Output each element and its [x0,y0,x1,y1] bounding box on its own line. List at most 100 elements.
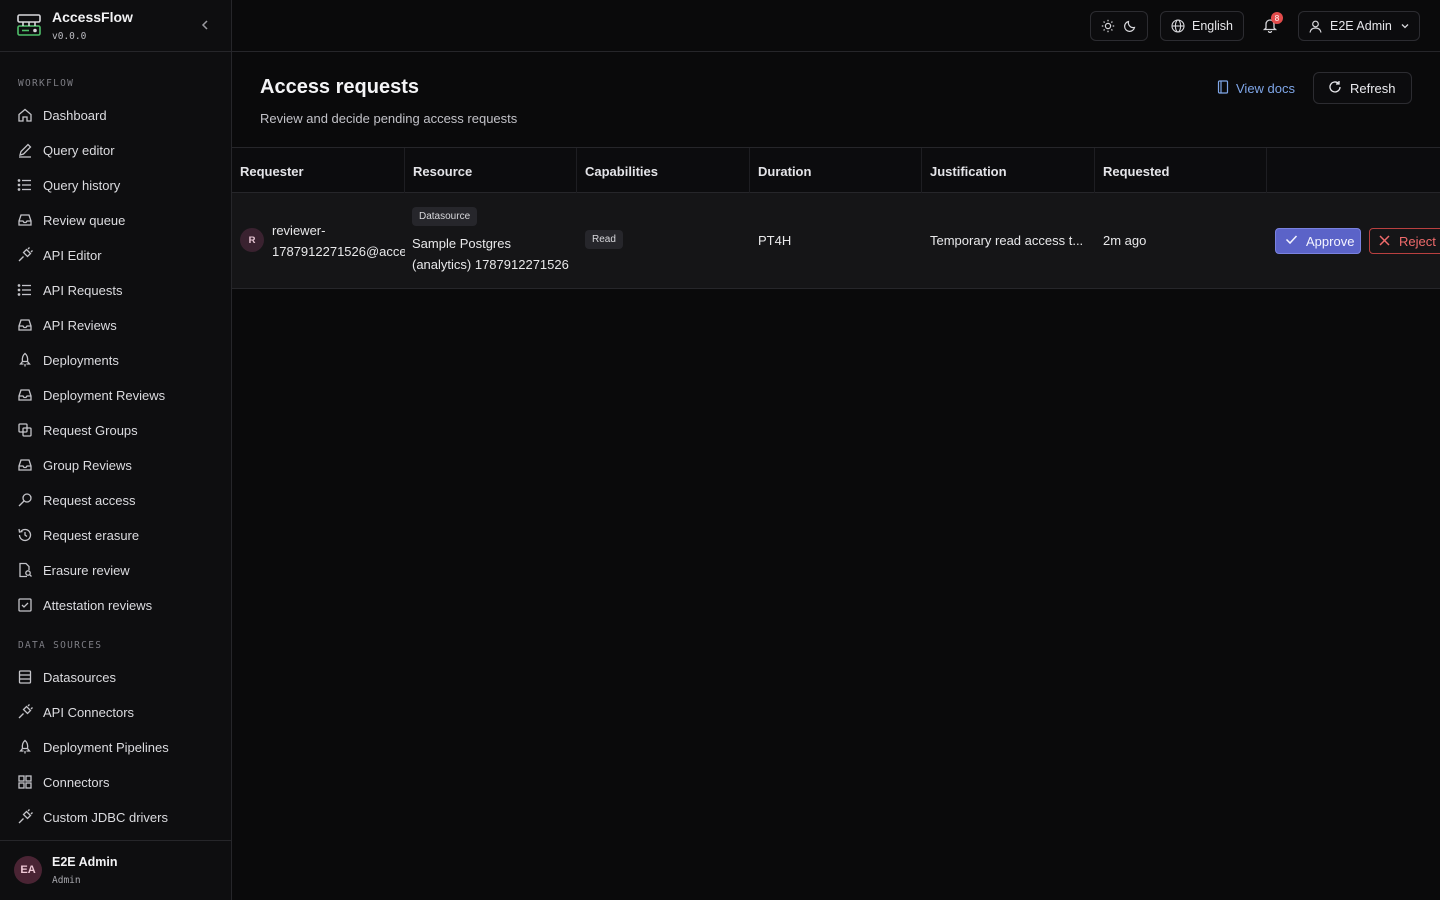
page-title: Access requests [260,76,419,98]
collapse-sidebar-icon[interactable] [196,16,214,34]
column-header-requested: Requested [1095,148,1267,194]
sidebar-item-label: Deployments [43,352,119,368]
user-icon [1309,20,1322,33]
sidebar-item-label: Deployment Reviews [43,387,166,403]
inbox-icon [17,212,33,228]
user-role: Admin [52,875,81,886]
chevron-down-icon [1400,21,1410,31]
page-subtitle: Review and decide pending access request… [260,111,518,126]
sidebar-item-request-groups[interactable]: Request Groups [10,414,222,446]
section-label-workflow: WORKFLOW [18,78,75,89]
column-header-capabilities: Capabilities [577,148,750,194]
history-icon [17,527,33,543]
language-selector[interactable]: English [1160,11,1244,41]
sidebar-item-dashboard[interactable]: Dashboard [10,99,222,131]
inbox-icon [17,457,33,473]
sidebar-item-label: Deployment Pipelines [43,739,169,755]
sidebar-item-label: Custom JDBC drivers [43,809,168,825]
rocket-icon [17,739,33,755]
sidebar-item-api-requests[interactable]: API Requests [10,274,222,306]
sidebar-item-attestation-reviews[interactable]: Attestation reviews [10,589,222,621]
column-header-duration: Duration [750,148,922,194]
refresh-label: Refresh [1350,80,1396,96]
sidebar-item-deployment-reviews[interactable]: Deployment Reviews [10,379,222,411]
sidebar-item-api-reviews[interactable]: API Reviews [10,309,222,341]
plug-icon [17,247,33,263]
section-label-data-sources: DATA SOURCES [18,640,103,651]
list-icon [17,282,33,298]
sidebar-item-api-editor[interactable]: API Editor [10,239,222,271]
file-search-icon [17,562,33,578]
inbox-icon [17,387,33,403]
sidebar-item-query-history[interactable]: Query history [10,169,222,201]
refresh-icon [1328,80,1350,97]
sidebar-item-datasources[interactable]: Datasources [10,661,222,693]
approve-button[interactable]: Approve [1275,228,1361,254]
sidebar-item-deployment-pipelines[interactable]: Deployment Pipelines [10,731,222,763]
sidebar: AccessFlow v0.0.0 WORKFLOW Dashboard Que… [0,0,232,900]
sidebar-item-erasure-review[interactable]: Erasure review [10,554,222,586]
sidebar-item-label: API Connectors [43,704,135,720]
list-icon [17,177,33,193]
sidebar-item-request-access[interactable]: Request access [10,484,222,516]
user-menu-label: E2E Admin [1330,19,1392,33]
refresh-button[interactable]: Refresh [1313,72,1412,104]
check-icon [1285,233,1306,249]
sidebar-item-group-reviews[interactable]: Group Reviews [10,449,222,481]
sidebar-item-deployments[interactable]: Deployments [10,344,222,376]
grid-icon [17,774,33,790]
sidebar-item-connectors[interactable]: Connectors [10,766,222,798]
theme-toggle[interactable] [1090,11,1148,41]
home-icon [17,107,33,123]
resource-type-badge: Datasource [412,207,478,226]
view-docs-link[interactable]: View docs [1217,80,1295,97]
pencil-icon [17,142,33,158]
sun-icon[interactable] [1101,19,1115,33]
access-requests-table: Requester Resource Capabilities Duration… [232,147,1440,289]
reject-label: Reject [1399,233,1436,249]
user-name: E2E Admin [52,855,118,869]
approve-label: Approve [1306,233,1355,249]
book-icon [1217,80,1236,97]
column-header-requester: Requester [232,148,405,194]
database-icon [17,669,33,685]
view-docs-label: View docs [1236,81,1296,96]
plug-icon [17,809,33,825]
sidebar-item-label: Group Reviews [43,457,132,473]
close-icon [1379,234,1399,249]
topbar: English 8 E2E Admin [232,0,1440,52]
app-name: AccessFlow [52,9,133,25]
user-footer[interactable]: EA E2E Admin Admin [0,840,231,900]
plug-icon [17,704,33,720]
user-menu[interactable]: E2E Admin [1298,11,1420,41]
sidebar-item-custom-jdbc-drivers[interactable]: Custom JDBC drivers [10,801,222,833]
justification-text: Temporary read access t... [930,233,1084,248]
sidebar-item-api-connectors[interactable]: API Connectors [10,696,222,728]
resource-name-line1: Sample Postgres [412,236,511,251]
sidebar-item-label: Erasure review [43,562,130,578]
app-version: v0.0.0 [52,31,87,42]
sidebar-item-label: Review queue [43,212,126,228]
language-label: English [1192,19,1233,33]
sidebar-item-query-editor[interactable]: Query editor [10,134,222,166]
sidebar-item-request-erasure[interactable]: Request erasure [10,519,222,551]
sidebar-item-label: Dashboard [43,107,107,123]
moon-icon[interactable] [1123,19,1137,33]
server-logo-icon [17,12,41,38]
table-header: Requester Resource Capabilities Duration… [232,147,1440,194]
brand-header: AccessFlow v0.0.0 [0,0,231,52]
sidebar-item-label: API Editor [43,247,102,263]
requester-email-line2: 1787912271526@acces [272,244,405,259]
rocket-icon [17,352,33,368]
inbox-icon [17,317,33,333]
globe-icon [1171,19,1185,33]
reject-button[interactable]: Reject [1369,228,1440,254]
resource-name-line2: (analytics) 1787912271526 [412,257,569,272]
sidebar-item-label: API Requests [43,282,123,298]
column-header-actions [1267,148,1440,194]
sidebar-item-label: Query editor [43,142,115,158]
resource-name: Sample Postgres (analytics) 178791227152… [412,233,577,275]
sidebar-item-review-queue[interactable]: Review queue [10,204,222,236]
column-header-resource: Resource [405,148,577,194]
notification-badge: 8 [1271,12,1283,24]
